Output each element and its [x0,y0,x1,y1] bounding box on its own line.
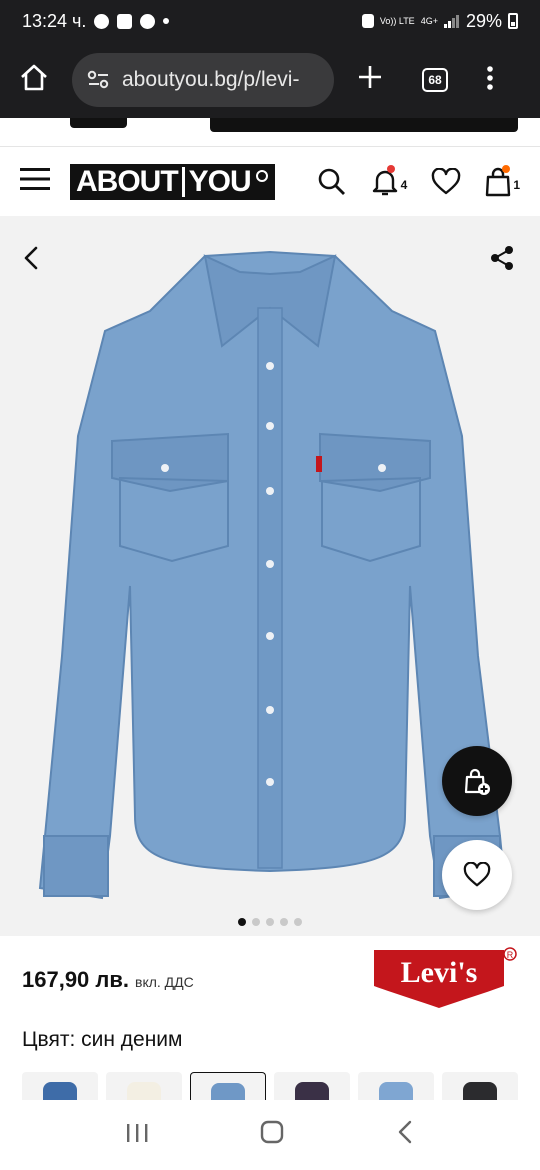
gallery-dot[interactable] [252,918,260,926]
color-swatch[interactable] [274,1072,350,1102]
signal-icon [443,15,459,28]
system-nav-bar [0,1100,540,1170]
cart-button[interactable]: 1 [485,164,520,197]
about-you-logo[interactable]: ABOUT YOU [70,163,275,200]
battery-icon [508,13,518,29]
notifications-count: 4 [400,177,408,192]
logo-text-left: ABOUT [76,164,179,198]
color-swatch[interactable] [358,1072,434,1102]
messenger-icon [94,13,110,29]
brand-name: Levi's [401,956,478,989]
swatch-thumbnail [127,1082,161,1102]
search-icon[interactable] [317,167,347,197]
back-arrow-icon[interactable] [18,244,46,277]
levis-logo: Levi's R [374,946,517,1008]
tab-count: 68 [422,68,448,92]
heart-icon [463,862,491,887]
gallery-dot[interactable] [266,918,274,926]
price-row: 167,90 лв. вкл. ДДС Levi's R [0,940,540,1020]
wishlist-icon[interactable] [431,167,461,196]
menu-icon[interactable] [20,167,50,196]
volte-indicator: Vo)) LTE [379,15,415,26]
url-text: aboutyou.bg/p/levi- [122,68,300,91]
swatch-thumbnail [43,1082,77,1102]
product-price: 167,90 лв. [22,967,130,992]
promo-strip [0,118,540,146]
site-header: ABOUT YOU 4 1 [0,146,540,216]
recent-apps-icon[interactable] [125,1120,149,1151]
gallery-dot[interactable] [280,918,288,926]
color-swatch[interactable] [190,1072,266,1102]
logo-separator [181,166,185,197]
product-gallery[interactable] [0,216,540,936]
new-tab-icon[interactable] [350,63,390,98]
notification-dot [387,164,396,173]
home-icon[interactable] [14,58,54,103]
product-image [38,250,507,900]
color-swatches [22,1072,518,1102]
site-settings-icon[interactable] [86,69,112,91]
add-to-wishlist-button[interactable] [442,840,512,910]
promo-banner[interactable] [210,118,518,132]
vat-note: вкл. ДДС [135,974,194,990]
more-notifications-icon [163,18,170,24]
notifications-button[interactable]: 4 [371,164,408,197]
address-bar[interactable]: aboutyou.bg/p/levi- [72,53,334,107]
color-swatch[interactable] [106,1072,182,1102]
back-nav-icon[interactable] [395,1119,415,1152]
color-swatch[interactable] [22,1072,98,1102]
gallery-icon [117,13,133,29]
browser-toolbar: aboutyou.bg/p/levi- 68 [0,42,540,118]
add-to-cart-button[interactable] [442,746,512,816]
color-swatch[interactable] [442,1072,518,1102]
swatch-thumbnail [295,1082,329,1102]
gallery-pagination[interactable] [0,918,540,926]
cart-count: 1 [513,177,520,192]
tab-switcher-button[interactable]: 68 [422,68,448,92]
brand-logo[interactable]: Levi's R [372,946,518,1015]
add-to-bag-icon [464,768,490,795]
sim-icon [361,14,374,28]
home-nav-icon[interactable] [259,1119,285,1152]
network-type: 4G+ [420,15,438,26]
swatch-thumbnail [379,1082,413,1102]
status-bar: 13:24 ч. Vo)) LTE 4G+ 29% [0,0,540,42]
logo-text-right: YOU [188,164,252,198]
svg-text:R: R [507,950,514,960]
share-icon[interactable] [488,244,516,277]
swatch-thumbnail [463,1082,497,1102]
color-label: Цвят: син деним [22,1028,183,1051]
browser-menu-icon[interactable] [486,65,494,96]
status-time: 13:24 ч. [22,10,87,31]
promo-tab[interactable] [70,118,127,128]
facebook-icon [140,13,156,29]
battery-percent: 29% [465,10,502,31]
gallery-dot[interactable] [294,918,302,926]
gallery-dot[interactable] [238,918,246,926]
logo-mark-icon [255,169,268,182]
cart-dot [502,164,510,173]
